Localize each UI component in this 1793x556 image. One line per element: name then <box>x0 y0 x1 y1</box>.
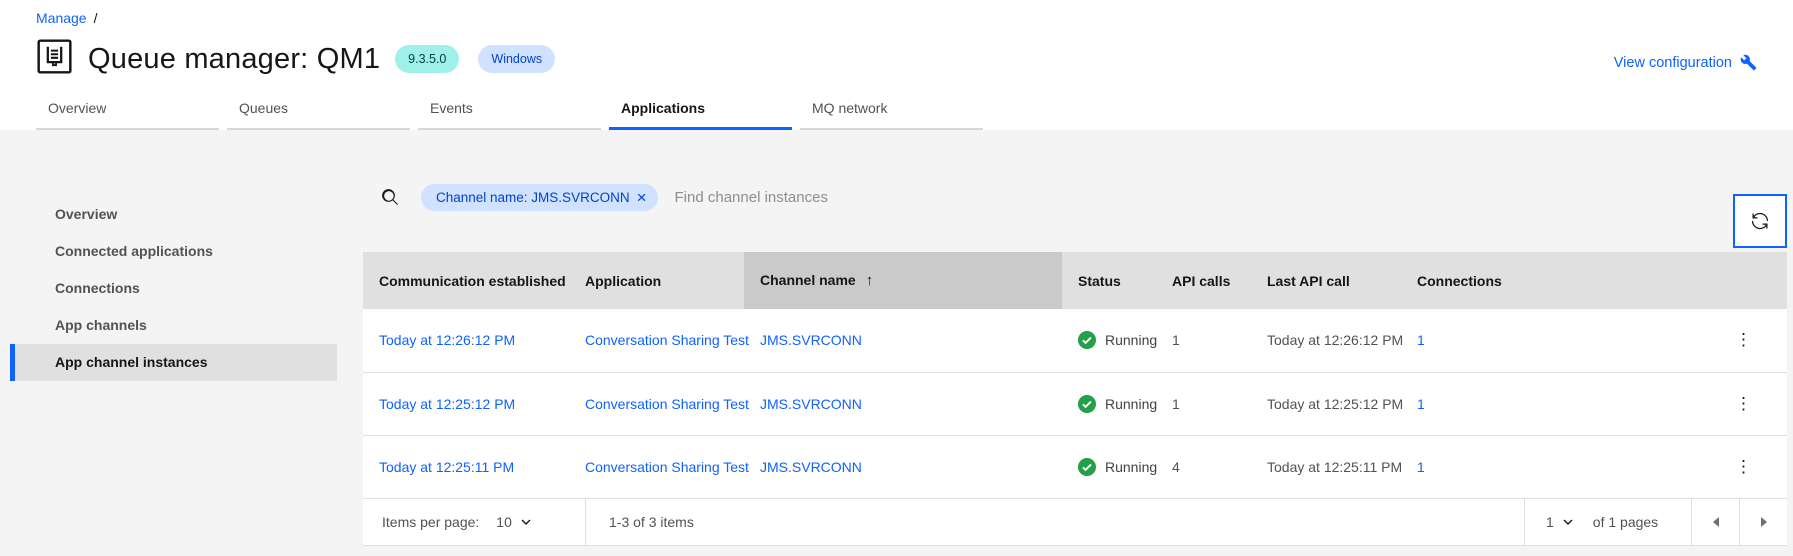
application-link[interactable]: Conversation Sharing Test <box>585 459 749 475</box>
column-header-last-api-call[interactable]: Last API call <box>1251 252 1401 309</box>
items-per-page-value: 10 <box>496 513 512 530</box>
status-badge: Running <box>1105 395 1158 412</box>
application-link[interactable]: Conversation Sharing Test <box>585 332 749 348</box>
tab-events[interactable]: Events <box>418 87 601 130</box>
table-row: Today at 12:26:12 PM Conversation Sharin… <box>363 309 1787 372</box>
column-header-connections[interactable]: Connections <box>1401 252 1700 309</box>
queue-manager-icon <box>36 38 73 80</box>
breadcrumb-manage-link[interactable]: Manage <box>36 10 87 26</box>
page-title: Queue manager: QM1 <box>88 42 381 75</box>
api-calls-value: 1 <box>1172 395 1180 412</box>
channel-name-link[interactable]: JMS.SVRCONN <box>760 396 862 412</box>
table-header-row: Communication established Application Ch… <box>363 252 1787 309</box>
tab-mq-network[interactable]: MQ network <box>800 87 983 130</box>
platform-badge: Windows <box>478 44 556 74</box>
last-api-call-value: Today at 12:25:12 PM <box>1267 395 1404 412</box>
overflow-menu-icon[interactable]: ⋮ <box>1725 326 1762 354</box>
content-area: Overview Connected applications Connecti… <box>0 130 1793 556</box>
sort-ascending-icon: ↑ <box>865 272 874 289</box>
column-header-actions <box>1700 252 1787 309</box>
table-row: Today at 12:25:11 PM Conversation Sharin… <box>363 435 1787 498</box>
communication-established-link[interactable]: Today at 12:25:11 PM <box>379 459 514 475</box>
api-calls-value: 1 <box>1172 332 1180 349</box>
search-toolbar: Channel name: JMS.SVRCONN × <box>363 170 1787 248</box>
main-panel: Channel name: JMS.SVRCONN × Communica <box>363 130 1787 546</box>
column-header-status[interactable]: Status <box>1062 252 1156 309</box>
sidebar-item-overview[interactable]: Overview <box>10 196 337 233</box>
status-running-icon <box>1078 331 1096 350</box>
column-header-communication-established[interactable]: Communication established <box>363 252 569 309</box>
search-icon <box>382 188 399 206</box>
sidebar-item-app-channels[interactable]: App channels <box>10 307 337 344</box>
caret-right-icon <box>1760 516 1767 527</box>
status-badge: Running <box>1105 332 1158 349</box>
title-row: Queue manager: QM1 9.3.5.0 Windows <box>36 38 556 80</box>
filter-tag-label: Channel name: JMS.SVRCONN <box>436 189 630 205</box>
tab-bar: Overview Queues Events Applications MQ n… <box>36 87 991 130</box>
overflow-menu-icon[interactable]: ⋮ <box>1725 453 1762 481</box>
sidebar-item-connected-applications[interactable]: Connected applications <box>10 233 337 270</box>
connections-link[interactable]: 1 <box>1417 396 1425 412</box>
breadcrumb: Manage / <box>36 10 97 26</box>
channel-name-link[interactable]: JMS.SVRCONN <box>760 332 862 348</box>
column-header-application[interactable]: Application <box>569 252 744 309</box>
sidebar: Overview Connected applications Connecti… <box>10 196 337 381</box>
status-badge: Running <box>1105 458 1158 475</box>
refresh-button[interactable] <box>1733 194 1787 248</box>
next-page-button[interactable] <box>1739 498 1787 545</box>
application-link[interactable]: Conversation Sharing Test <box>585 396 749 412</box>
status-running-icon <box>1078 394 1096 413</box>
tab-overview[interactable]: Overview <box>36 87 219 130</box>
status-running-icon <box>1078 457 1096 476</box>
version-badge: 9.3.5.0 <box>395 44 460 74</box>
filter-tag-close-icon[interactable]: × <box>637 189 647 206</box>
page-number-value: 1 <box>1546 513 1554 530</box>
connections-link[interactable]: 1 <box>1417 459 1425 475</box>
pagination-range: 1-3 of 3 items <box>585 498 694 545</box>
column-header-channel-name-label: Channel name <box>760 272 856 288</box>
page-header: Manage / Queue manager: QM1 9.3.5.0 Wind… <box>0 0 1793 130</box>
overflow-menu-icon[interactable]: ⋮ <box>1725 390 1762 418</box>
last-api-call-value: Today at 12:26:12 PM <box>1267 332 1404 349</box>
chevron-down-icon <box>1563 519 1573 525</box>
connections-link[interactable]: 1 <box>1417 332 1425 348</box>
tab-queues[interactable]: Queues <box>227 87 410 130</box>
last-api-call-value: Today at 12:25:11 PM <box>1267 458 1403 475</box>
communication-established-link[interactable]: Today at 12:25:12 PM <box>379 396 515 412</box>
column-header-api-calls[interactable]: API calls <box>1156 252 1251 309</box>
api-calls-value: 4 <box>1172 458 1180 475</box>
items-per-page-label: Items per page: <box>382 513 480 530</box>
pages-label: of 1 pages <box>1592 513 1659 530</box>
channel-name-link[interactable]: JMS.SVRCONN <box>760 459 862 475</box>
sidebar-item-app-channel-instances[interactable]: App channel instances <box>10 344 337 381</box>
items-per-page-select[interactable]: 10 <box>496 514 531 530</box>
previous-page-button[interactable] <box>1691 498 1739 545</box>
pagination-bar: Items per page: 10 1-3 of 3 items 1 of 1… <box>363 498 1787 546</box>
breadcrumb-separator: / <box>93 10 98 26</box>
wrench-icon <box>1740 54 1757 71</box>
column-header-channel-name[interactable]: Channel name ↑ <box>744 252 1062 309</box>
chevron-down-icon <box>521 519 531 525</box>
tab-applications[interactable]: Applications <box>609 87 792 130</box>
channel-instances-table: Communication established Application Ch… <box>363 252 1787 499</box>
communication-established-link[interactable]: Today at 12:26:12 PM <box>379 332 515 348</box>
caret-left-icon <box>1712 516 1719 527</box>
search-input[interactable] <box>674 188 1095 206</box>
view-configuration-label: View configuration <box>1613 54 1732 71</box>
view-configuration-link[interactable]: View configuration <box>1614 54 1757 71</box>
refresh-icon <box>1750 211 1770 231</box>
page-number-select[interactable]: 1 <box>1546 514 1573 530</box>
table-row: Today at 12:25:12 PM Conversation Sharin… <box>363 372 1787 435</box>
filter-tag-channel-name[interactable]: Channel name: JMS.SVRCONN × <box>421 183 658 211</box>
sidebar-item-connections[interactable]: Connections <box>10 270 337 307</box>
